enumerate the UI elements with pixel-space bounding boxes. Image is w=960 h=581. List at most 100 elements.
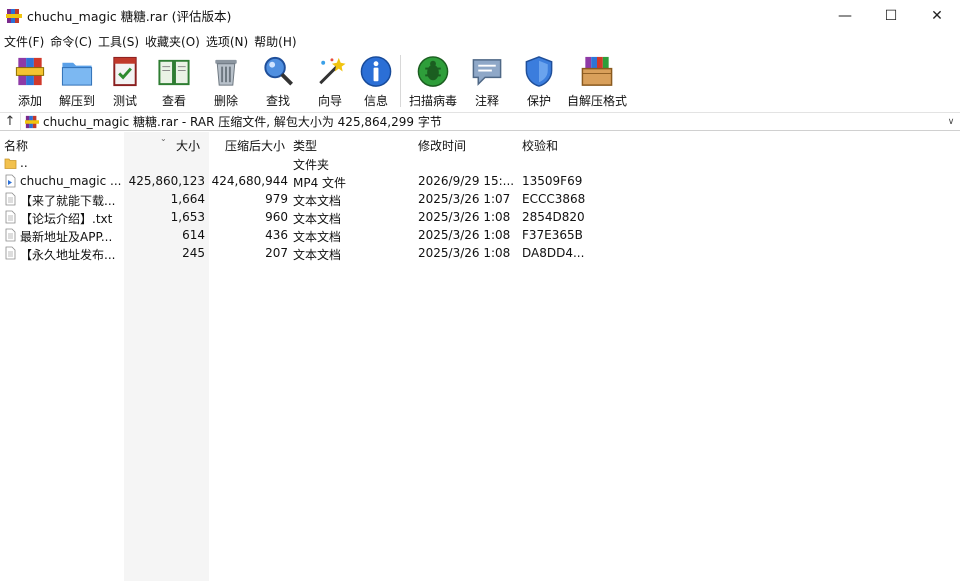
file-size: 245 <box>182 246 205 260</box>
table-row[interactable]: 【论坛介绍】.txt 1,653 960 文本文档 2025/3/26 1:08… <box>0 208 960 226</box>
add-archive-icon <box>15 57 45 86</box>
text-file-icon <box>5 228 16 242</box>
sfx-label: 自解压格式 <box>566 94 627 108</box>
table-row[interactable]: .. 文件夹 <box>0 154 960 172</box>
virus-scan-button[interactable]: 扫描病毒 <box>405 51 461 109</box>
file-packed-size: 424,680,944 <box>211 174 288 188</box>
comment-label: 注释 <box>474 94 499 108</box>
file-size: 614 <box>182 228 205 242</box>
find-magnifier-icon <box>264 56 293 86</box>
column-header-type[interactable]: 类型 <box>293 137 317 154</box>
address-field[interactable]: chuchu_magic 糖糖.rar - RAR 压缩文件, 解包大小为 42… <box>20 113 942 130</box>
address-text: chuchu_magic 糖糖.rar - RAR 压缩文件, 解包大小为 42… <box>43 115 442 129</box>
view-label: 查看 <box>161 94 186 108</box>
column-header-name[interactable]: 名称 <box>4 137 28 154</box>
menu-file[interactable]: 文件(F) <box>2 33 48 50</box>
delete-trash-icon <box>215 59 237 86</box>
winrar-window: chuchu_magic 糖糖.rar (评估版本) — ☐ ✕ 文件(F) 命… <box>0 0 960 581</box>
file-modified: 2025/3/26 1:08 <box>418 246 511 260</box>
add-button[interactable]: 添加 <box>8 51 52 109</box>
minimize-button[interactable]: — <box>822 0 868 31</box>
table-row[interactable]: 【永久地址发布... 245 207 文本文档 2025/3/26 1:08 D… <box>0 244 960 262</box>
file-modified: 2025/3/26 1:07 <box>418 192 511 206</box>
up-one-level-button[interactable]: ↑ <box>0 114 20 129</box>
file-modified: 2025/3/26 1:08 <box>418 210 511 224</box>
find-label: 查找 <box>265 94 290 108</box>
delete-button[interactable]: 删除 <box>200 51 252 109</box>
chevron-down-icon[interactable]: ∨ <box>942 117 960 127</box>
file-type: 文本文档 <box>293 212 342 226</box>
file-packed-size: 960 <box>265 210 288 224</box>
view-book-icon <box>158 59 190 86</box>
test-button[interactable]: 测试 <box>102 51 148 109</box>
extract-to-icon <box>61 62 93 86</box>
menu-help[interactable]: 帮助(H) <box>252 33 300 50</box>
window-title: chuchu_magic 糖糖.rar (评估版本) <box>27 9 232 24</box>
text-file-icon <box>5 210 16 224</box>
file-packed-size: 436 <box>265 228 288 242</box>
file-modified: 2025/3/26 1:08 <box>418 228 511 242</box>
file-packed-size: 207 <box>265 246 288 260</box>
file-type: 文本文档 <box>293 230 342 244</box>
column-header-modified[interactable]: 修改时间 <box>418 137 466 154</box>
find-button[interactable]: 查找 <box>252 51 304 109</box>
column-header-packed[interactable]: 压缩后大小 <box>225 137 285 154</box>
column-header-row: 名称 ⌄ 大小 压缩后大小 类型 修改时间 校验和 <box>0 132 960 154</box>
menu-commands[interactable]: 命令(C) <box>48 33 96 50</box>
column-header-size[interactable]: 大小 <box>176 137 200 154</box>
file-modified: 2026/9/29 15:... <box>418 174 515 188</box>
file-crc: F37E365B <box>522 228 583 242</box>
info-label: 信息 <box>363 94 388 108</box>
menu-bar: 文件(F) 命令(C) 工具(S) 收藏夹(O) 选项(N) 帮助(H) <box>0 31 960 51</box>
maximize-button[interactable]: ☐ <box>868 0 914 31</box>
protect-shield-icon <box>525 56 553 87</box>
file-type: MP4 文件 <box>293 176 347 190</box>
add-label: 添加 <box>17 94 42 108</box>
text-file-icon <box>5 246 16 260</box>
toolbar: 添加 解压到 测试 查看 删除 查找 向导 信息 扫描病毒 注释 保护 自解压格… <box>0 51 960 111</box>
folder-icon <box>4 158 17 169</box>
view-button[interactable]: 查看 <box>148 51 200 109</box>
test-icon <box>113 56 137 87</box>
sfx-button[interactable]: 自解压格式 <box>565 51 629 109</box>
test-label: 测试 <box>112 94 137 108</box>
video-file-icon <box>5 174 16 188</box>
wizard-wand-icon <box>319 57 346 85</box>
rar-archive-icon <box>25 115 39 128</box>
title-bar[interactable]: chuchu_magic 糖糖.rar (评估版本) — ☐ ✕ <box>0 0 960 31</box>
comment-icon <box>472 59 502 86</box>
menu-tools[interactable]: 工具(S) <box>96 33 143 50</box>
extract-to-button[interactable]: 解压到 <box>52 51 102 109</box>
sort-arrow-icon: ⌄ <box>160 134 167 143</box>
close-button[interactable]: ✕ <box>914 0 960 31</box>
file-name: .. <box>20 156 28 170</box>
wizard-button[interactable]: 向导 <box>304 51 356 109</box>
protect-label: 保护 <box>526 94 551 108</box>
virus-scan-label: 扫描病毒 <box>408 94 457 108</box>
address-bar: ↑ chuchu_magic 糖糖.rar - RAR 压缩文件, 解包大小为 … <box>0 112 960 131</box>
table-row[interactable]: 最新地址及APP... 614 436 文本文档 2025/3/26 1:08 … <box>0 226 960 244</box>
menu-options[interactable]: 选项(N) <box>204 33 252 50</box>
menu-favorites[interactable]: 收藏夹(O) <box>143 33 204 50</box>
sfx-box-icon <box>581 56 613 86</box>
delete-label: 删除 <box>213 94 238 108</box>
file-list[interactable]: 名称 ⌄ 大小 压缩后大小 类型 修改时间 校验和 .. 文件夹 chuchu_… <box>0 132 960 581</box>
info-icon <box>360 56 392 87</box>
virus-scan-icon <box>417 56 449 87</box>
extract-to-label: 解压到 <box>58 94 95 108</box>
protect-button[interactable]: 保护 <box>513 51 565 109</box>
file-type: 文本文档 <box>293 248 342 262</box>
file-crc: DA8DD4... <box>522 246 585 260</box>
file-size: 1,653 <box>170 210 205 224</box>
file-size: 425,860,123 <box>128 174 205 188</box>
file-type: 文本文档 <box>293 194 342 208</box>
file-crc: 13509F69 <box>522 174 583 188</box>
info-button[interactable]: 信息 <box>356 51 396 109</box>
file-size: 1,664 <box>170 192 205 206</box>
file-crc: 2854D820 <box>522 210 585 224</box>
file-name: 【永久地址发布... <box>20 248 116 262</box>
comment-button[interactable]: 注释 <box>461 51 513 109</box>
column-header-crc[interactable]: 校验和 <box>522 137 558 154</box>
table-row[interactable]: 【来了就能下载... 1,664 979 文本文档 2025/3/26 1:07… <box>0 190 960 208</box>
table-row[interactable]: chuchu_magic ... 425,860,123 424,680,944… <box>0 172 960 190</box>
